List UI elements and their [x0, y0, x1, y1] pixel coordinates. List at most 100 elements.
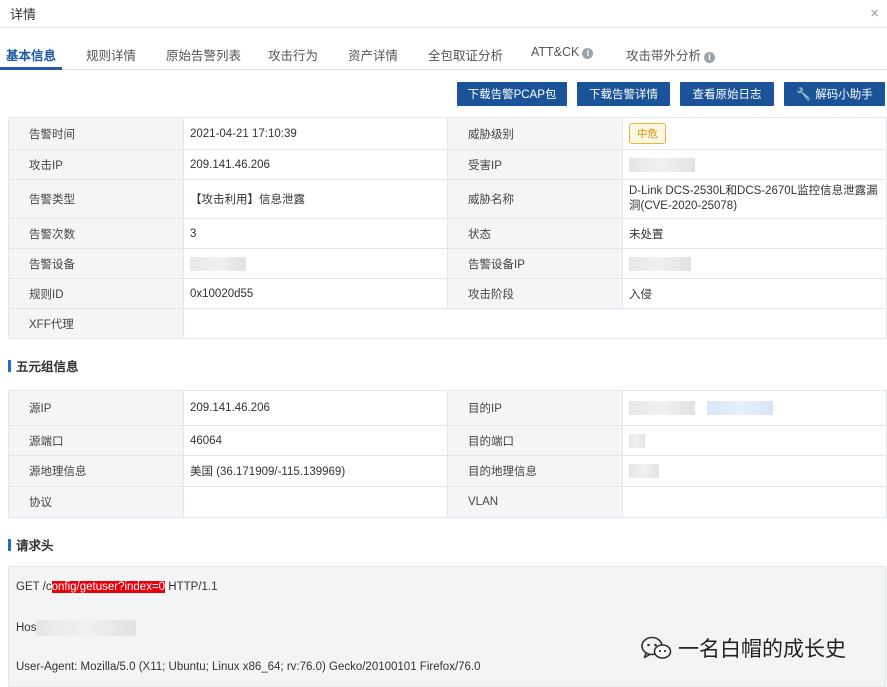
alert-count-label: 告警次数	[8, 218, 184, 249]
view-raw-log-button[interactable]: 查看原始日志	[680, 82, 774, 106]
src-port-value: 46064	[183, 425, 448, 456]
src-geo-value: 美国 (36.171909/-115.139969)	[183, 455, 448, 487]
table-row: 告警时间 2021-04-21 17:10:39 威胁级别 中危	[8, 117, 887, 150]
dst-port-label: 目的端口	[447, 425, 623, 456]
table-row: 告警类型 【攻击利用】信息泄露 威胁名称 D-Link DCS-2530L和DC…	[8, 179, 887, 219]
tab-basic-info[interactable]: 基本信息	[6, 45, 56, 64]
section-marker	[8, 538, 11, 551]
redacted-block	[629, 157, 695, 172]
xff-value	[183, 308, 887, 339]
five-tuple-table: 源IP 209.141.46.206 目的IP 源端口 46064 目的端口 源…	[8, 390, 887, 518]
device-ip-label: 告警设备IP	[447, 248, 623, 279]
redacted-block	[629, 401, 695, 415]
tab-rule-detail[interactable]: 规则详情	[86, 45, 136, 64]
request-line-suffix: HTTP/1.1	[165, 581, 218, 593]
dst-ip-value	[622, 390, 887, 426]
device-label: 告警设备	[8, 248, 184, 279]
request-line-prefix: GET /c	[16, 581, 52, 593]
host-line: Hos	[16, 620, 137, 636]
redacted-block	[707, 401, 773, 415]
action-button-row: 下载告警PCAP包 下载告警详情 查看原始日志 🔧 解码小助手	[457, 82, 885, 106]
alert-type-label: 告警类型	[8, 179, 184, 219]
dst-geo-label: 目的地理信息	[447, 455, 623, 487]
redacted-block	[190, 256, 246, 271]
alert-time-label: 告警时间	[8, 117, 184, 150]
redacted-block	[629, 433, 645, 448]
table-row: 规则ID 0x10020d55 攻击阶段 入侵	[8, 278, 887, 309]
xff-label: XFF代理	[8, 308, 184, 339]
alert-type-value: 【攻击利用】信息泄露	[183, 179, 448, 219]
status-label: 状态	[447, 218, 623, 249]
download-detail-button[interactable]: 下载告警详情	[577, 82, 670, 106]
watermark-text: 一名白帽的成长史	[678, 638, 846, 661]
info-icon[interactable]: i	[704, 52, 716, 63]
wrench-icon: 🔧	[796, 87, 812, 101]
dialog-title: 详情	[10, 7, 37, 22]
download-pcap-button[interactable]: 下载告警PCAP包	[457, 82, 567, 106]
victim-ip-label: 受害IP	[447, 149, 623, 180]
dst-port-value	[622, 425, 887, 456]
decode-helper-label: 解码小助手	[815, 89, 873, 101]
table-row: 源IP 209.141.46.206 目的IP	[8, 390, 887, 426]
rule-id-label: 规则ID	[8, 278, 184, 309]
user-agent-line: User-Agent: Mozilla/5.0 (X11; Ubuntu; Li…	[16, 661, 481, 673]
table-row: 源端口 46064 目的端口	[8, 425, 887, 456]
dialog-titlebar: 详情 ×	[0, 0, 887, 28]
vlan-value	[622, 486, 887, 518]
threat-level-label: 威胁级别	[447, 117, 623, 150]
dst-geo-value	[622, 455, 887, 487]
tab-bar: 基本信息 规则详情 原始告警列表 攻击行为 资产详情 全包取证分析 ATT&CK…	[0, 34, 887, 70]
five-tuple-title-text: 五元组信息	[16, 360, 79, 374]
table-row: 协议 VLAN	[8, 486, 887, 518]
host-prefix: Hos	[16, 622, 37, 635]
victim-ip-value	[622, 149, 887, 180]
rule-id-value: 0x10020d55	[183, 278, 448, 309]
table-row: 告警次数 3 状态 未处置	[8, 218, 887, 249]
request-header-title-text: 请求头	[16, 539, 54, 553]
protocol-value	[183, 486, 448, 518]
threat-name-label: 威胁名称	[447, 179, 623, 219]
request-line: GET /config/getuser?index=0 HTTP/1.1	[16, 581, 217, 593]
tab-asset-detail[interactable]: 资产详情	[348, 45, 398, 64]
tab-attck[interactable]: ATT&CK i	[531, 45, 594, 59]
device-value	[183, 248, 448, 279]
src-geo-label: 源地理信息	[8, 455, 184, 487]
attack-stage-value: 入侵	[622, 278, 887, 309]
basic-info-table: 告警时间 2021-04-21 17:10:39 威胁级别 中危 攻击IP 20…	[8, 117, 887, 339]
tab-attck-label: ATT&CK	[531, 45, 580, 59]
close-icon[interactable]: ×	[870, 6, 879, 21]
threat-level-cell: 中危	[622, 117, 887, 150]
src-ip-value: 209.141.46.206	[183, 390, 448, 426]
threat-name-value: D-Link DCS-2530L和DCS-2670L监控信息泄露漏洞(CVE-2…	[622, 179, 887, 219]
request-header-box: GET /config/getuser?index=0 HTTP/1.1 Hos…	[8, 566, 886, 687]
alert-count-value: 3	[183, 218, 448, 249]
vlan-label: VLAN	[447, 486, 623, 518]
device-ip-value	[622, 248, 887, 279]
threat-level-badge: 中危	[629, 123, 666, 144]
src-port-label: 源端口	[8, 425, 184, 456]
decode-helper-button[interactable]: 🔧 解码小助手	[784, 82, 885, 106]
tab-attack-behavior[interactable]: 攻击行为	[268, 45, 318, 64]
redacted-block	[629, 256, 691, 271]
watermark: 一名白帽的成长史	[640, 633, 846, 663]
attack-stage-label: 攻击阶段	[447, 278, 623, 309]
section-marker	[8, 359, 11, 372]
table-row: 攻击IP 209.141.46.206 受害IP	[8, 149, 887, 180]
five-tuple-section-title: 五元组信息	[8, 356, 79, 375]
attack-ip-value: 209.141.46.206	[183, 149, 448, 180]
active-tab-indicator	[0, 67, 62, 70]
tab-oob-label: 攻击带外分析	[626, 49, 702, 63]
status-value: 未处置	[622, 218, 887, 249]
redacted-block	[629, 464, 659, 478]
request-path-highlight: onfig/getuser?index=0	[51, 581, 166, 593]
wechat-icon	[641, 636, 672, 659]
info-icon[interactable]: i	[582, 48, 594, 59]
tab-oob-analysis[interactable]: 攻击带外分析 i	[626, 45, 716, 64]
alert-time-value: 2021-04-21 17:10:39	[183, 117, 448, 150]
table-row: 告警设备 告警设备IP	[8, 248, 887, 279]
redacted-block	[36, 620, 137, 636]
tab-raw-alert-list[interactable]: 原始告警列表	[166, 45, 241, 64]
tab-full-packet-forensics[interactable]: 全包取证分析	[428, 45, 503, 64]
table-row: 源地理信息 美国 (36.171909/-115.139969) 目的地理信息	[8, 455, 887, 487]
dst-ip-label: 目的IP	[447, 390, 623, 426]
